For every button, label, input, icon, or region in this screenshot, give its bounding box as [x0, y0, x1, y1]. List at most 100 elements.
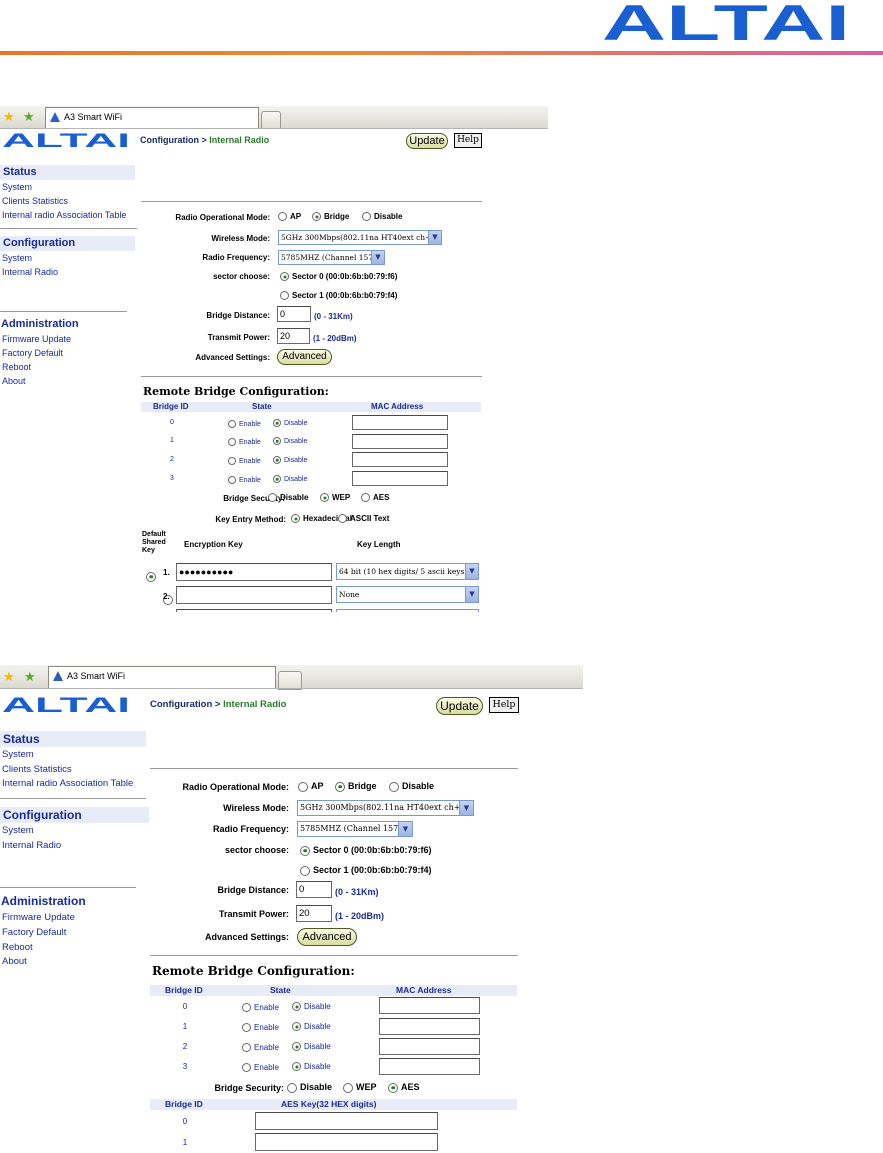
sidebar-item-config-system[interactable]: System — [2, 825, 34, 836]
security-wep[interactable]: WEP — [343, 1082, 377, 1093]
wireless-mode-select[interactable]: 5GHz 300Mbps(802.11na HT40ext ch+1) ▼ — [297, 800, 474, 816]
disable-radio-icon[interactable] — [292, 1022, 301, 1032]
add-favorite-icon[interactable]: ★ — [24, 670, 36, 683]
bridge-2-enable[interactable]: Enable — [242, 1043, 279, 1053]
breadcrumb-section[interactable]: Configuration — [140, 135, 199, 145]
advanced-button[interactable]: Advanced — [277, 349, 332, 365]
add-favorite-icon[interactable]: ★ — [23, 110, 35, 123]
ascii-radio-icon[interactable] — [338, 514, 347, 524]
bridge-2-enable[interactable]: Enable — [228, 457, 261, 465]
help-button[interactable]: Help — [454, 133, 482, 148]
security-wep[interactable]: WEP — [320, 493, 350, 503]
bridge-3-enable[interactable]: Enable — [242, 1063, 279, 1073]
sidebar-item-system[interactable]: System — [2, 182, 32, 192]
security-aes-radio-icon[interactable] — [388, 1082, 398, 1093]
bridge-0-enable[interactable]: Enable — [228, 420, 261, 428]
disable-radio-icon[interactable] — [273, 475, 281, 483]
new-tab-button[interactable] — [261, 111, 281, 129]
sidebar-item-clients-statistics[interactable]: Clients Statistics — [2, 196, 68, 206]
key-2-input[interactable] — [176, 586, 332, 604]
key-1-input[interactable]: ●●●●●●●●●● — [176, 563, 332, 581]
sidebar-item-association-table[interactable]: Internal radio Association Table — [2, 778, 133, 789]
bridge-1-mac-input[interactable] — [379, 1018, 480, 1035]
advanced-button[interactable]: Advanced — [297, 928, 357, 946]
sector-1-radio-icon[interactable] — [300, 865, 310, 876]
radio-mode-disable[interactable]: Disable — [389, 781, 434, 792]
browser-tab[interactable]: A3 Smart WiFi — [45, 107, 259, 128]
bridge-0-disable[interactable]: Disable — [273, 419, 307, 427]
radio-frequency-select[interactable]: 5785MHZ (Channel 157) ▼ — [278, 250, 385, 265]
enable-radio-icon[interactable] — [242, 1023, 251, 1033]
chevron-down-icon[interactable]: ▼ — [371, 251, 384, 264]
security-aes[interactable]: AES — [388, 1082, 420, 1093]
key-1-length-select[interactable]: 64 bit (10 hex digits/ 5 ascii keys) ▼ — [336, 563, 479, 580]
radio-bridge-icon[interactable] — [312, 212, 321, 222]
security-disable[interactable]: Disable — [268, 493, 308, 503]
sidebar-item-config-system[interactable]: System — [2, 253, 32, 263]
disable-radio-icon[interactable] — [292, 1002, 301, 1012]
security-disable-radio-icon[interactable] — [287, 1082, 297, 1093]
sidebar-item-reboot[interactable]: Reboot — [2, 942, 33, 953]
favorites-star-icon[interactable]: ★ — [3, 670, 15, 683]
key-2-length-select[interactable]: None ▼ — [336, 586, 479, 603]
browser-tab[interactable]: A3 Smart WiFi — [48, 666, 276, 688]
radio-disable-icon[interactable] — [362, 212, 371, 222]
enable-radio-icon[interactable] — [228, 438, 236, 446]
wireless-mode-select[interactable]: 5GHz 300Mbps(802.11na HT40ext ch+1) ▼ — [278, 230, 442, 245]
bridge-1-mac-input[interactable] — [352, 434, 448, 449]
chevron-down-icon[interactable]: ▼ — [459, 801, 473, 815]
bridge-2-disable[interactable]: Disable — [273, 456, 307, 464]
sidebar-item-association-table[interactable]: Internal radio Association Table — [2, 210, 126, 220]
bridge-1-enable[interactable]: Enable — [242, 1023, 279, 1033]
security-wep-radio-icon[interactable] — [320, 493, 329, 503]
radio-frequency-select[interactable]: 5785MHZ (Channel 157) ▼ — [297, 821, 413, 837]
sidebar-item-factory-default[interactable]: Factory Default — [2, 348, 63, 358]
sidebar-item-firmware-update[interactable]: Firmware Update — [2, 334, 71, 344]
key-3-input-partial[interactable] — [176, 609, 332, 612]
bridge-0-disable[interactable]: Disable — [292, 1002, 331, 1012]
radio-mode-bridge[interactable]: Bridge — [312, 212, 349, 222]
sector-0-option[interactable]: Sector 0 (00:0b:6b:b0:79:f6) — [280, 272, 397, 282]
key-3-length-select-partial[interactable] — [336, 609, 479, 612]
radio-mode-bridge[interactable]: Bridge — [335, 781, 377, 792]
radio-ap-icon[interactable] — [278, 212, 287, 222]
radio-ap-icon[interactable] — [298, 781, 308, 792]
sidebar-item-clients-statistics[interactable]: Clients Statistics — [2, 764, 72, 775]
enable-radio-icon[interactable] — [228, 457, 236, 465]
update-button[interactable]: Update — [406, 133, 448, 149]
bridge-2-mac-input[interactable] — [379, 1038, 480, 1055]
sidebar-item-internal-radio[interactable]: Internal Radio — [2, 267, 58, 277]
disable-radio-icon[interactable] — [273, 437, 281, 445]
chevron-down-icon[interactable]: ▼ — [465, 587, 478, 602]
bridge-3-disable[interactable]: Disable — [292, 1062, 331, 1072]
sector-0-radio-icon[interactable] — [280, 272, 289, 282]
bridge-0-mac-input[interactable] — [352, 415, 448, 430]
radio-bridge-icon[interactable] — [335, 781, 345, 792]
sidebar-item-about[interactable]: About — [2, 956, 27, 967]
sector-1-radio-icon[interactable] — [280, 291, 289, 301]
bridge-1-enable[interactable]: Enable — [228, 438, 261, 446]
radio-disable-icon[interactable] — [389, 781, 399, 792]
security-aes[interactable]: AES — [361, 493, 389, 503]
aes-key-0-input[interactable] — [255, 1112, 438, 1130]
sector-1-option[interactable]: Sector 1 (00:0b:6b:b0:79:f4) — [300, 865, 432, 876]
aes-key-1-input[interactable] — [255, 1133, 438, 1151]
transmit-power-input[interactable]: 20 — [296, 905, 332, 922]
favorites-star-icon[interactable]: ★ — [3, 110, 15, 123]
sector-1-option[interactable]: Sector 1 (00:0b:6b:b0:79:f4) — [280, 291, 397, 301]
hex-radio-icon[interactable] — [291, 514, 300, 524]
bridge-1-disable[interactable]: Disable — [273, 437, 307, 445]
sidebar-item-internal-radio[interactable]: Internal Radio — [2, 840, 61, 851]
sector-0-radio-icon[interactable] — [300, 845, 310, 856]
sector-0-option[interactable]: Sector 0 (00:0b:6b:b0:79:f6) — [300, 845, 432, 856]
breadcrumb-section[interactable]: Configuration — [150, 699, 212, 710]
bridge-distance-input[interactable]: 0 — [277, 306, 311, 322]
help-button[interactable]: Help — [489, 697, 519, 713]
security-disable[interactable]: Disable — [287, 1082, 332, 1093]
bridge-3-mac-input[interactable] — [379, 1058, 480, 1075]
sidebar-item-factory-default[interactable]: Factory Default — [2, 927, 66, 938]
default-key-1-radio[interactable] — [146, 571, 156, 582]
security-aes-radio-icon[interactable] — [361, 493, 370, 503]
sidebar-item-firmware-update[interactable]: Firmware Update — [2, 912, 75, 923]
bridge-3-disable[interactable]: Disable — [273, 475, 307, 483]
